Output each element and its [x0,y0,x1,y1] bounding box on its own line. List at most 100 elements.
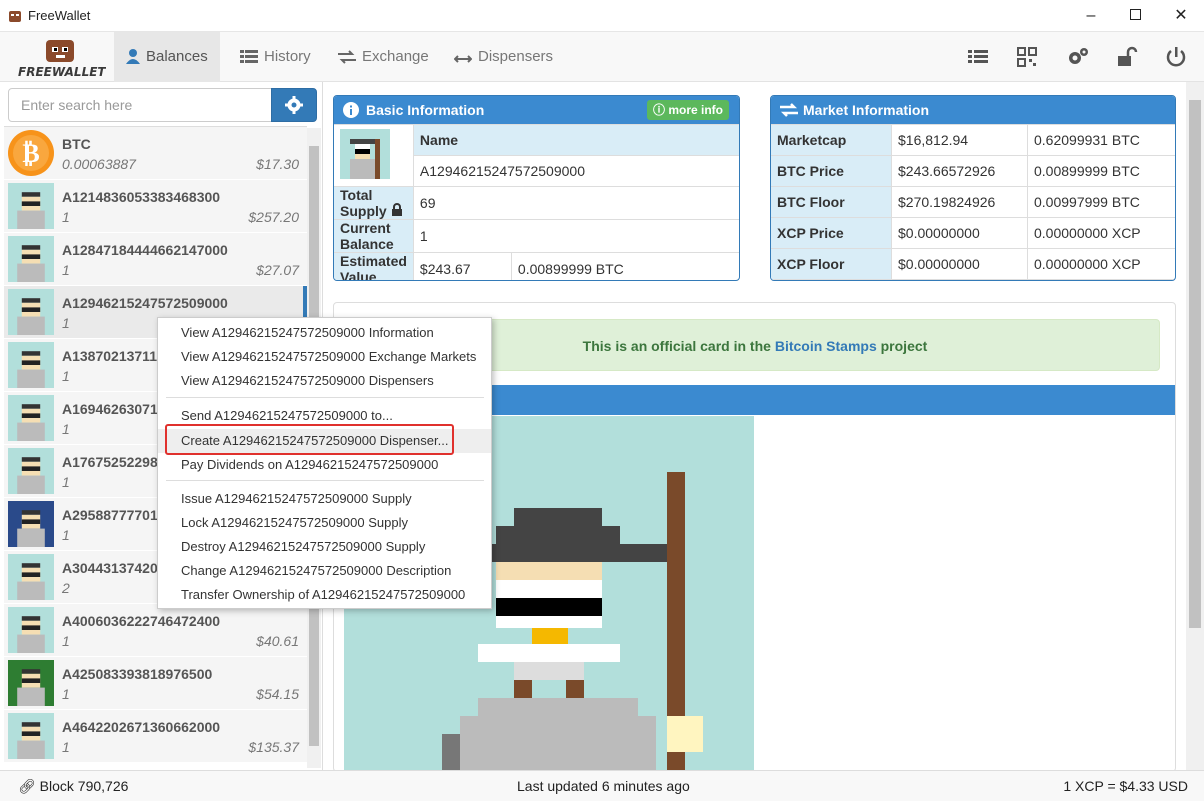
asset-name: A12847184444662147000 [62,242,228,258]
asset-name: A4642202671360662000 [62,719,221,735]
market-row: BTC Floor $270.19824926 0.00997999 BTC [771,186,1175,218]
asset-usd-value: $27.07 [256,262,299,278]
market-row-label: BTC Price [771,155,892,187]
asset-thumbnail [8,183,54,229]
power-icon[interactable] [1164,45,1188,69]
settings-gears-icon[interactable] [1066,45,1090,69]
context-menu-item[interactable]: Transfer Ownership of A12946215247572509… [158,583,491,607]
lock-icon [391,203,402,216]
asset-list-item[interactable]: A4642202671360662000 1 $135.37 [4,710,307,763]
total-supply-label: Total Supply [340,187,387,219]
info-small-icon: ⓘ [652,103,665,117]
search-input[interactable] [8,88,272,122]
asset-usd-value: $40.61 [256,633,299,649]
market-info-panel: Market Information Marketcap $16,812.94 0.… [770,95,1176,281]
search-settings-button[interactable] [271,88,317,122]
minimize-button[interactable]: – [1068,0,1114,32]
context-menu-item[interactable]: Pay Dividends on A12946215247572509000 [158,453,491,477]
context-menu-item[interactable]: View A12946215247572509000 Exchange Mark… [158,345,491,369]
market-row: BTC Price $243.66572926 0.00899999 BTC [771,155,1175,187]
asset-thumbnail [8,554,54,600]
main-scrollbar[interactable] [1186,82,1204,770]
address-list-icon[interactable] [966,45,990,69]
asset-name: A1214836053383468300 [62,189,221,205]
market-info-table: Marketcap $16,812.94 0.62099931 BTC BTC Pri… [771,124,1175,280]
market-row-usd: $270.19824926 [891,186,1028,218]
info-circle-icon [343,102,359,118]
tab-dispensers-label: Dispensers [478,48,554,65]
last-updated-text: Last updated 6 minutes ago [517,778,690,794]
asset-thumbnail [340,129,390,179]
asset-thumbnail [8,660,54,706]
asset-name: A16946263071 [62,401,158,417]
total-supply-label-cell: Total Supply [334,186,414,220]
asset-quantity: 1 [62,474,70,490]
xcp-rate-text: 1 XCP = $4.33 USD [1063,778,1188,794]
basic-info-title: Basic Information [366,102,485,118]
market-row-label: XCP Floor [771,248,892,280]
estimated-usd-value: $243.67 [412,252,512,280]
status-bar: 🔗︎ Block 790,726 Last updated 6 minutes … [0,770,1204,801]
logo-text: FREEWALLET [18,65,106,78]
asset-quantity: 1 [62,633,70,649]
more-info-button[interactable]: ⓘ more info [646,100,729,120]
bitcoin-stamps-link[interactable]: Bitcoin Stamps [775,338,877,354]
context-menu: View A12946215247572509000 Information Vi… [157,317,492,609]
main-scroll-thumb[interactable] [1189,100,1201,628]
bitcoin-icon: ₿ [8,130,54,176]
asset-quantity: 2 [62,580,70,596]
context-menu-item[interactable]: Destroy A12946215247572509000 Supply [158,535,491,559]
market-row-usd: $16,812.94 [891,124,1028,156]
asset-list-item[interactable]: A425083393818976500 1 $54.15 [4,657,307,710]
asset-name: A425083393818976500 [62,666,213,682]
unlock-icon[interactable] [1115,45,1139,69]
asset-name-value: A12946215247572509000 [412,155,739,187]
freewallet-logo[interactable]: FREEWALLET [16,38,106,79]
asset-thumbnail [8,713,54,759]
asset-quantity: 1 [62,315,70,331]
market-row-usd: $243.66572926 [891,155,1028,187]
market-row-label: Marketcap [771,124,892,156]
tab-balances[interactable]: Balances [114,32,220,82]
context-menu-item[interactable]: Issue A12946215247572509000 Supply [158,487,491,511]
asset-list-item[interactable]: ₿ BTC 0.00063887 $17.30 [4,127,307,180]
context-menu-item[interactable]: Lock A12946215247572509000 Supply [158,511,491,535]
market-row-crypto: 0.00899999 BTC [1027,155,1175,187]
qrcode-icon[interactable] [1015,45,1039,69]
block-status: 🔗︎ Block 790,726 [18,771,128,801]
market-row-crypto: 0.00000000 XCP [1027,217,1175,249]
market-row-usd: $0.00000000 [891,248,1028,280]
market-row-crypto: 0.00997999 BTC [1027,186,1175,218]
tab-balances-label: Balances [146,48,208,65]
asset-quantity: 1 [62,421,70,437]
asset-usd-value: $257.20 [248,209,299,225]
asset-list-item[interactable]: A4006036222746472400 1 $40.61 [4,604,307,657]
close-window-button[interactable]: ✕ [1158,0,1204,32]
asset-list-item[interactable]: A1214836053383468300 1 $257.20 [4,180,307,233]
arrows-horizontal-icon [453,55,473,63]
asset-quantity: 1 [62,262,70,278]
tab-exchange-label: Exchange [362,48,429,65]
context-menu-item[interactable]: View A12946215247572509000 Information [158,321,491,345]
block-height: Block 790,726 [39,778,129,794]
market-row: XCP Price $0.00000000 0.00000000 XCP [771,217,1175,249]
tab-history[interactable]: History [228,32,323,82]
tab-exchange[interactable]: Exchange [326,32,441,82]
more-info-label: more info [668,103,723,117]
user-icon [126,49,140,64]
asset-name: BTC [62,136,91,152]
maximize-button[interactable] [1112,0,1158,32]
asset-usd-value: $54.15 [256,686,299,702]
asset-thumbnail [8,501,54,547]
current-balance-label: Current Balance [334,219,414,253]
exchange-icon [780,103,798,117]
tab-dispensers[interactable]: Dispensers [442,32,565,82]
market-row-crypto: 0.62099931 BTC [1027,124,1175,156]
asset-quantity: 1 [62,686,70,702]
context-menu-item[interactable]: View A12946215247572509000 Dispensers [158,369,491,393]
market-row-crypto: 0.00000000 XCP [1027,248,1175,280]
context-menu-item[interactable]: Change A12946215247572509000 Description [158,559,491,583]
asset-name: A30443137420 [62,560,158,576]
basic-info-panel: Basic Information ⓘ more info Name A1294… [333,95,740,281]
asset-list-item[interactable]: A12847184444662147000 1 $27.07 [4,233,307,286]
